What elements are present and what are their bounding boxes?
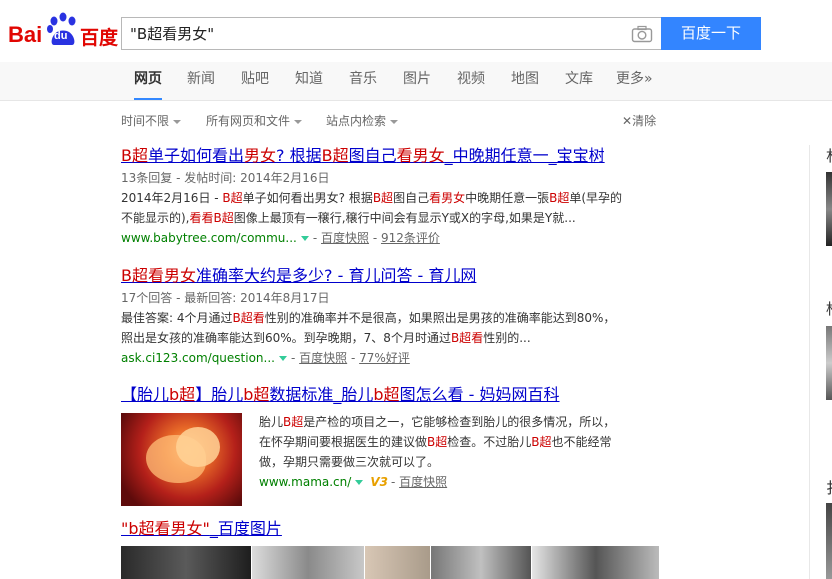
result-title-link[interactable]: B超单子如何看出男女? 根据B超图自己看男女_中晚期任意一_宝宝树 <box>121 146 661 166</box>
dropdown-arrow-icon[interactable] <box>300 235 309 241</box>
result-abstract: 最佳答案: 4个月通过B超看性别的准确率并不是很高，如果照出是男孩的准确率能达到… <box>121 311 616 325</box>
cache-link[interactable]: 百度快照 <box>399 475 447 489</box>
tab-images[interactable]: 图片 <box>403 62 431 98</box>
logo-cn: 百度 <box>80 27 119 49</box>
result-url-line: ask.ci123.com/question... - 百度快照 - 77%好评 <box>121 351 410 365</box>
search-button[interactable]: 百度一下 <box>661 17 761 50</box>
logo-du: du <box>54 30 68 42</box>
tab-wenku[interactable]: 文库 <box>565 62 593 98</box>
caret-down-icon <box>294 119 303 124</box>
result-abstract: 在怀孕期间要根据医生的建议做B超检查。不过胎儿B超也不能经常 <box>259 435 612 449</box>
right-panel-image[interactable] <box>826 172 832 246</box>
result-meta: 17个回答 - 最新回答: 2014年8月17日 <box>121 291 330 305</box>
tab-music[interactable]: 音乐 <box>349 62 377 98</box>
cache-link[interactable]: 百度快照 <box>299 351 347 365</box>
dropdown-arrow-icon[interactable] <box>278 355 287 361</box>
v3-badge[interactable]: V3 <box>370 472 388 492</box>
result-url-line: www.mama.cn/V3- 百度快照 <box>259 472 615 492</box>
ultrasound-image[interactable] <box>532 546 659 579</box>
filter-site-label: 站点内检索 <box>326 114 387 128</box>
right-panel-text[interactable]: 柞 <box>826 298 832 319</box>
search-result: 【胎儿b超】胎儿b超数据标准_胎儿b超图怎么看 - 妈妈网百科 胎儿B超是产检的… <box>121 385 661 510</box>
rating-link[interactable]: 77%好评 <box>359 351 410 365</box>
search-result: B超单子如何看出男女? 根据B超图自己看男女_中晚期任意一_宝宝树 13条回复 … <box>121 146 661 248</box>
ultrasound-image[interactable] <box>365 546 430 579</box>
ultrasound-image[interactable] <box>252 546 364 579</box>
result-abstract: 不能显示的),看看B超图像上最顶有一穣行,穣行中间会有显示Y或X的字母,如果是Y… <box>121 211 576 225</box>
baidu-logo[interactable]: Bai du 百度 <box>8 10 118 50</box>
result-abstract: 胎儿B超是产检的项目之一，它能够检查到胎儿的很多情况，所以， <box>259 415 616 429</box>
review-link[interactable]: 912条评价 <box>381 231 440 245</box>
filter-type-label: 所有网页和文件 <box>206 114 291 128</box>
filter-time[interactable]: 时间不限 <box>121 112 182 129</box>
result-abstract-block: 胎儿B超是产检的项目之一，它能够检查到胎儿的很多情况，所以， 在怀孕期间要根据医… <box>259 412 615 492</box>
result-url[interactable]: www.babytree.com/commu... <box>121 231 297 245</box>
result-url[interactable]: www.mama.cn/ <box>259 475 351 489</box>
result-thumbnail[interactable] <box>121 413 242 506</box>
camera-icon[interactable] <box>631 25 653 43</box>
search-filters: 时间不限 所有网页和文件 站点内检索 ✕清除 <box>0 104 832 134</box>
tab-tieba[interactable]: 贴吧 <box>241 62 269 98</box>
search-input[interactable] <box>130 24 610 42</box>
right-panel-text[interactable]: 扌 <box>826 477 832 498</box>
result-url-line: www.babytree.com/commu... - 百度快照 - 912条评价 <box>121 231 440 245</box>
dropdown-arrow-icon[interactable] <box>355 479 364 485</box>
logo-bai: Bai <box>8 22 43 47</box>
search-box[interactable] <box>121 17 661 50</box>
ultrasound-image[interactable] <box>431 546 531 579</box>
result-url[interactable]: ask.ci123.com/question... <box>121 351 275 365</box>
caret-down-icon <box>390 119 399 124</box>
clear-filter-button[interactable]: ✕清除 <box>622 112 656 129</box>
right-panel-image[interactable] <box>826 503 832 579</box>
nav-tabs: 网页 新闻 贴吧 知道 音乐 图片 视频 地图 文库 更多» <box>0 62 832 101</box>
fetus-head <box>176 427 220 467</box>
result-title-link[interactable]: B超看男女准确率大约是多少? - 育儿问答 - 育儿网 <box>121 266 661 286</box>
right-panel-image[interactable] <box>826 326 832 400</box>
image-strip <box>121 546 659 579</box>
tab-news[interactable]: 新闻 <box>187 62 215 98</box>
search-result: B超看男女准确率大约是多少? - 育儿问答 - 育儿网 17个回答 - 最新回答… <box>121 266 661 368</box>
close-icon: ✕ <box>622 114 633 128</box>
tab-web[interactable]: 网页 <box>134 62 162 100</box>
filter-type[interactable]: 所有网页和文件 <box>206 112 303 129</box>
ultrasound-image[interactable] <box>121 546 251 579</box>
cache-link[interactable]: 百度快照 <box>321 231 369 245</box>
caret-down-icon <box>173 119 182 124</box>
tab-video[interactable]: 视频 <box>457 62 485 98</box>
header: Bai du 百度 百度一下 <box>0 0 832 62</box>
tab-more[interactable]: 更多» <box>616 62 653 98</box>
filter-site[interactable]: 站点内检索 <box>326 112 399 129</box>
tab-map[interactable]: 地图 <box>511 62 539 98</box>
filter-time-label: 时间不限 <box>121 114 170 128</box>
result-abstract: 做，孕期只需要做三次就可以了。 <box>259 455 440 469</box>
result-meta: 13条回复 - 发帖时间: 2014年2月16日 <box>121 171 330 185</box>
result-title-link[interactable]: 【胎儿b超】胎儿b超数据标准_胎儿b超图怎么看 - 妈妈网百科 <box>121 385 661 405</box>
right-panel-text[interactable]: 朴 <box>826 145 832 166</box>
result-abstract: 照出是女孩的准确率能达到60%。到孕晚期，7、8个月时通过B超看性别的... <box>121 331 531 345</box>
result-abstract: 2014年2月16日 - B超单子如何看出男女? 根据B超图自己看男女中晚期任意… <box>121 191 623 205</box>
right-divider <box>809 145 810 579</box>
image-result-title[interactable]: "b超看男女"_百度图片 <box>121 519 661 539</box>
clear-label: 清除 <box>632 114 657 128</box>
tab-zhidao[interactable]: 知道 <box>295 62 323 98</box>
image-result: "b超看男女"_百度图片 <box>121 519 661 539</box>
